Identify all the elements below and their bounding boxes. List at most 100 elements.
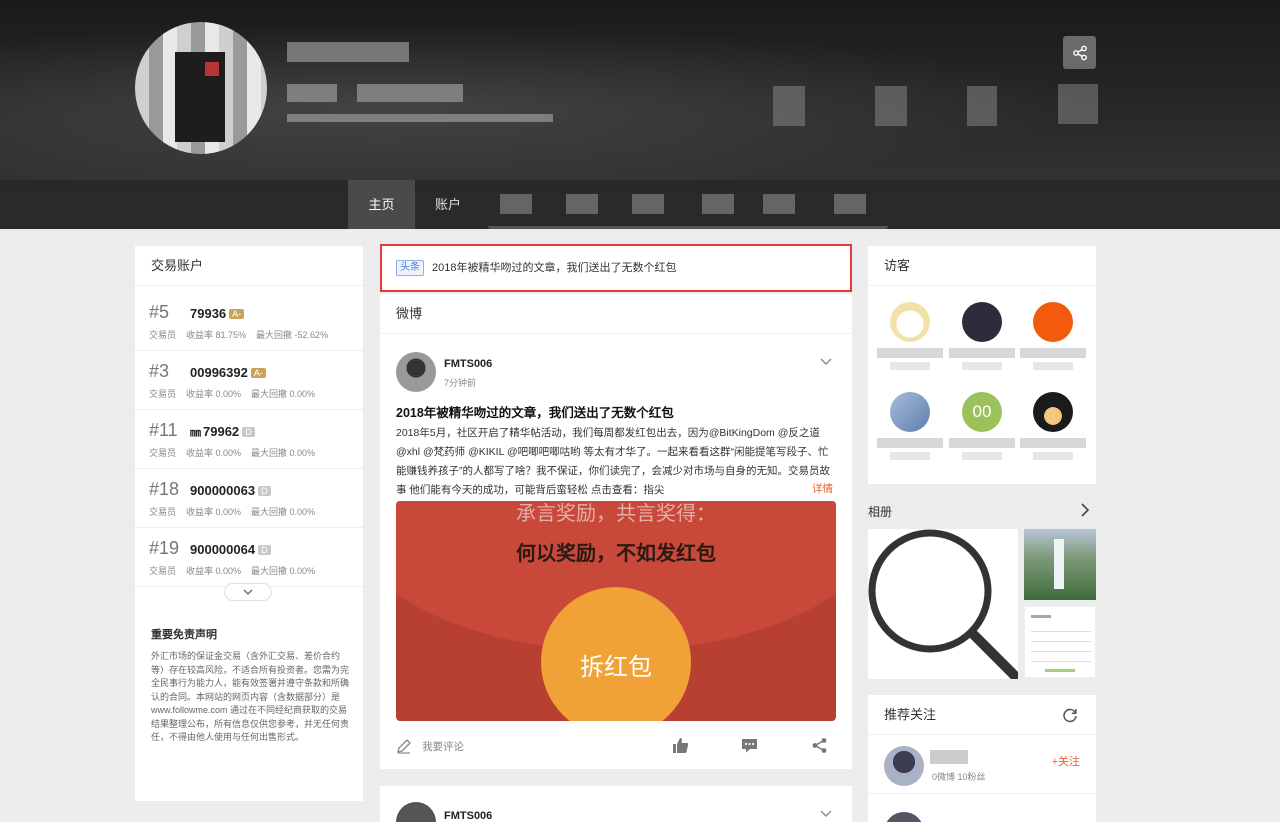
account-meta: 交易员 收益率 81.75% 最大回撤 -52.62% xyxy=(149,330,329,340)
tab-blurred[interactable] xyxy=(566,194,598,214)
account-row[interactable]: #11 ㎜ 79962 D 交易员 收益率 0.00% 最大回撤 0.00% xyxy=(135,410,363,469)
chevron-right-icon[interactable] xyxy=(1080,503,1090,517)
grade-badge: D xyxy=(242,427,255,437)
visitor-item[interactable] xyxy=(947,302,1017,370)
panel-title: 交易账户 xyxy=(135,246,363,286)
share-button[interactable] xyxy=(1063,36,1096,69)
profile-info-blurred xyxy=(287,84,337,102)
profile-bio-blurred xyxy=(287,114,553,122)
post-title[interactable]: 2018年被精华吻过的文章，我们送出了无数个红包 xyxy=(396,402,674,421)
post-more-link[interactable]: 详情 xyxy=(798,481,833,496)
visitor-avatar: 00 xyxy=(962,392,1002,432)
visitor-avatar xyxy=(962,302,1002,342)
account-id[interactable]: ㎜ 79962 D xyxy=(190,424,255,440)
chevron-down-icon xyxy=(243,589,253,595)
post-body: 2018年5月，社区开启了精华帖活动，我们每周都发红包出去，因为@BitKing… xyxy=(396,427,830,496)
headline-tag: 头条 xyxy=(396,260,424,276)
expand-accounts-button[interactable] xyxy=(224,583,272,601)
headline-text[interactable]: 2018年被精华吻过的文章，我们送出了无数个红包 xyxy=(432,260,676,276)
account-meta: 交易员 收益率 0.00% 最大回撤 0.00% xyxy=(149,566,316,576)
chevron-down-icon[interactable] xyxy=(820,810,832,818)
account-id[interactable]: 79936 A- xyxy=(190,306,245,321)
tab-blurred[interactable] xyxy=(632,194,664,214)
visitor-avatar xyxy=(1033,392,1073,432)
visitor-item[interactable] xyxy=(875,302,945,370)
profile-avatar[interactable] xyxy=(135,22,267,154)
tab-blurred[interactable] xyxy=(702,194,734,214)
visitor-item[interactable]: 00 xyxy=(947,392,1017,460)
account-id[interactable]: 900000063 D xyxy=(190,483,271,498)
red-packet-label: 拆红包 xyxy=(580,653,652,681)
profile-info-blurred xyxy=(357,84,463,102)
share-icon[interactable] xyxy=(811,737,828,754)
album-title[interactable]: 相册 xyxy=(868,503,892,520)
grade-badge: A- xyxy=(229,309,245,319)
refresh-icon[interactable] xyxy=(1062,707,1078,723)
post-author-name[interactable]: FMTS006 xyxy=(444,810,492,822)
account-rank: #5 xyxy=(149,302,170,322)
tab-home[interactable]: 主页 xyxy=(348,180,415,229)
like-icon[interactable] xyxy=(672,737,689,754)
account-rank: #19 xyxy=(149,538,180,558)
recommend-user-name-blurred xyxy=(930,750,968,764)
tab-blurred[interactable] xyxy=(500,194,532,214)
account-row[interactable]: #5 79936 A- 交易员 收益率 81.75% 最大回撤 -52.62% xyxy=(135,292,363,351)
profile-stat-blurred xyxy=(875,86,907,126)
tab-blurred[interactable] xyxy=(834,194,866,214)
disclaimer-title: 重要免责声明 xyxy=(151,629,217,641)
profile-stat-blurred xyxy=(773,86,805,126)
chevron-down-icon[interactable] xyxy=(820,358,832,366)
trading-accounts-panel: 交易账户 #5 79936 A- 交易员 收益率 81.75% 最大回撤 -52.62… xyxy=(135,246,363,801)
share-icon xyxy=(1072,45,1087,60)
account-row[interactable]: #3 00996392 A- 交易员 收益率 0.00% 最大回撤 0.00% xyxy=(135,351,363,410)
visitor-item[interactable] xyxy=(1018,392,1088,460)
post-image[interactable]: 承言奖励，共言奖得： 何以奖励，不如发红包 拆红包 xyxy=(396,501,836,721)
post-author-avatar[interactable] xyxy=(396,352,436,392)
feed-panel: 微博 FMTS006 7分钟前 2018年被精华吻过的文章，我们送出了无数个红包… xyxy=(380,294,852,769)
tab-account[interactable]: 账户 xyxy=(415,180,481,229)
disclaimer-text: 外汇市场的保证金交易（含外汇交易、差价合约等）存在较高风险，不适合所有投资者。您… xyxy=(151,651,350,742)
broker-icon: ㎜ xyxy=(190,427,201,439)
nav-underline xyxy=(488,226,888,229)
recommend-user-avatar[interactable] xyxy=(884,746,924,786)
tab-blurred[interactable] xyxy=(763,194,795,214)
image-caption: 何以奖励，不如发红包 xyxy=(516,541,716,565)
recommend-panel: 推荐关注 0微博 10粉丝 +关注 xyxy=(868,695,1096,822)
recommend-user-row[interactable]: 0微博 10粉丝 +关注 xyxy=(868,736,1096,794)
comment-button[interactable]: 我要评论 xyxy=(396,738,464,754)
visitor-item[interactable] xyxy=(875,392,945,460)
image-caption-top: 承言奖励，共言奖得： xyxy=(516,501,716,525)
account-row[interactable]: #18 900000063 D 交易员 收益率 0.00% 最大回撤 0.00% xyxy=(135,469,363,528)
visitor-avatar xyxy=(890,302,930,342)
visitors-panel: 访客 00 xyxy=(868,246,1096,484)
profile-name-blurred xyxy=(287,42,409,62)
account-row[interactable]: #19 900000064 D 交易员 收益率 0.00% 最大回撤 0.00% xyxy=(135,528,363,587)
post-author-name[interactable]: FMTS006 xyxy=(444,358,492,370)
album-thumb-waterfall[interactable] xyxy=(1024,529,1096,600)
follow-button[interactable]: +关注 xyxy=(1052,753,1080,769)
post-author-avatar[interactable] xyxy=(396,802,436,822)
account-meta: 交易员 收益率 0.00% 最大回撤 0.00% xyxy=(149,389,316,399)
visitor-avatar xyxy=(1033,302,1073,342)
message-icon[interactable] xyxy=(741,737,758,754)
profile-stat-blurred xyxy=(1058,84,1098,124)
account-rank: #3 xyxy=(149,361,170,381)
grade-badge: D xyxy=(258,486,271,496)
profile-stat-blurred xyxy=(967,86,997,126)
grade-badge: D xyxy=(258,545,271,555)
headline-banner[interactable]: 头条 2018年被精华吻过的文章，我们送出了无数个红包 xyxy=(380,244,852,292)
pencil-icon xyxy=(397,739,411,754)
recommend-user-meta: 0微博 10粉丝 xyxy=(932,772,986,782)
account-id[interactable]: 00996392 A- xyxy=(190,365,266,380)
next-post-card: FMTS006 xyxy=(380,786,852,822)
post-time: 7分钟前 xyxy=(444,378,477,388)
account-rank: #18 xyxy=(149,479,180,499)
album-thumb-search[interactable] xyxy=(868,529,1018,679)
visitor-avatar xyxy=(890,392,930,432)
visitor-item[interactable] xyxy=(1018,302,1088,370)
visitors-title: 访客 xyxy=(868,246,1096,286)
album-thumb-chart[interactable] xyxy=(1024,606,1096,678)
feed-title: 微博 xyxy=(380,294,852,334)
account-id[interactable]: 900000064 D xyxy=(190,542,271,557)
recommend-user-avatar[interactable] xyxy=(884,812,924,822)
